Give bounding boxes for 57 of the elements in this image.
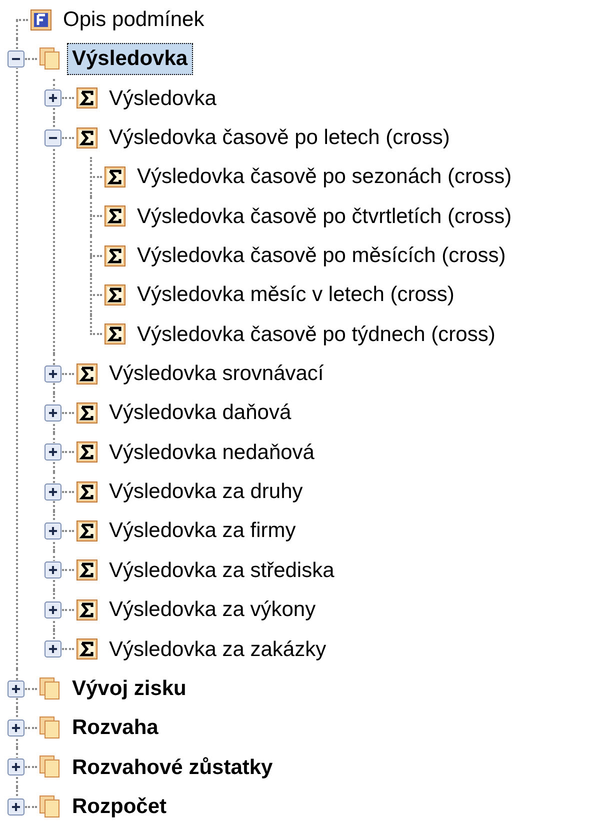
tree-item[interactable]: Výsledovka časově po týdnech (cross): [132, 318, 500, 350]
sigma-icon: [104, 323, 126, 346]
tree-item[interactable]: Výsledovka za střediska: [104, 554, 340, 586]
sigma-icon: [76, 598, 98, 621]
pages-icon: [39, 794, 61, 819]
expand-icon[interactable]: [44, 443, 62, 462]
tree-item[interactable]: Výsledovka za firmy: [104, 515, 301, 547]
expand-icon[interactable]: [44, 482, 62, 501]
tree-item[interactable]: Výsledovka časově po sezonách (cross): [132, 161, 517, 193]
expand-icon[interactable]: [44, 522, 62, 540]
tree-item[interactable]: Vývoj zisku: [67, 672, 192, 704]
sigma-icon: [104, 284, 126, 306]
tree-item[interactable]: Výsledovka měsíc v letech (cross): [132, 279, 460, 311]
expand-icon[interactable]: [44, 364, 62, 383]
tree-item[interactable]: Výsledovka za druhy: [104, 476, 308, 508]
tree-item[interactable]: Výsledovka za zakázky: [104, 634, 332, 665]
expand-icon[interactable]: [7, 798, 25, 816]
tree-item[interactable]: Rozvahové zůstatky: [67, 752, 278, 783]
tree-item[interactable]: Výsledovka nedaňová: [104, 436, 320, 468]
tree-item[interactable]: Výsledovka časově po letech (cross): [104, 122, 455, 154]
expand-icon[interactable]: [44, 89, 62, 108]
tree-item[interactable]: Rozpočet: [67, 790, 172, 822]
sigma-icon: [76, 480, 98, 503]
expand-icon[interactable]: [7, 758, 25, 776]
pages-icon: [39, 676, 61, 701]
sigma-icon: [76, 402, 98, 424]
collapse-icon[interactable]: [7, 50, 25, 68]
sigma-icon: [104, 205, 126, 228]
sigma-icon: [104, 244, 126, 267]
expand-icon[interactable]: [44, 640, 62, 658]
tree-item[interactable]: Rozvaha: [67, 712, 164, 744]
sigma-icon: [76, 87, 98, 110]
tree-item[interactable]: Výsledovka za výkony: [104, 594, 321, 626]
pages-icon: [39, 716, 61, 740]
sigma-icon: [76, 638, 98, 660]
sigma-icon: [76, 441, 98, 464]
expand-icon[interactable]: [7, 680, 25, 698]
sigma-icon: [76, 362, 98, 385]
tree-item[interactable]: Výsledovka: [67, 43, 193, 75]
sigma-icon: [76, 559, 98, 582]
tree-item[interactable]: Výsledovka daňová: [104, 397, 296, 429]
expand-icon[interactable]: [44, 561, 62, 580]
pages-icon: [39, 755, 61, 780]
sigma-icon: [76, 126, 98, 149]
sigma-icon: [104, 166, 126, 188]
sigma-icon: [76, 520, 98, 542]
tree-item[interactable]: Výsledovka časově po čtvrtletích (cross): [132, 200, 517, 232]
expand-icon[interactable]: [44, 404, 62, 422]
tree-item[interactable]: Opis podmínek: [58, 4, 210, 36]
collapse-icon[interactable]: [44, 128, 62, 147]
pages-icon: [39, 47, 61, 72]
tree-item[interactable]: Výsledovka časově po měsících (cross): [132, 240, 511, 272]
tree-item[interactable]: Výsledovka: [104, 82, 222, 114]
expand-icon[interactable]: [44, 600, 62, 619]
tree-item[interactable]: Výsledovka srovnávací: [104, 358, 329, 390]
form-icon: [30, 8, 52, 31]
expand-icon[interactable]: [7, 718, 25, 737]
